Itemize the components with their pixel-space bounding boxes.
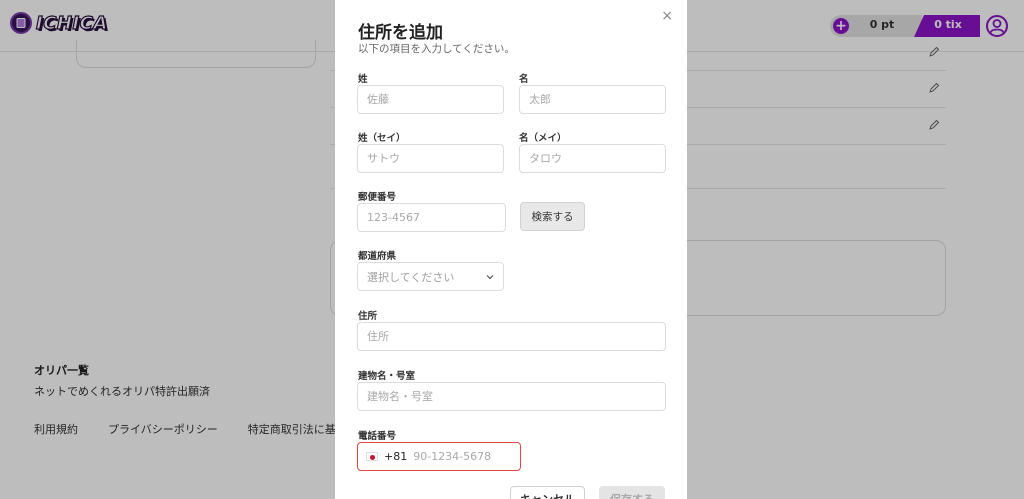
first-name-kana-label: 名（メイ） [519, 133, 567, 144]
first-name-input[interactable] [519, 85, 666, 114]
prefecture-select[interactable]: 選択してください [357, 262, 504, 291]
first-name-kana-input[interactable] [519, 144, 666, 173]
last-name-kana-label: 姓（セイ） [358, 133, 406, 144]
phone-field[interactable]: +81 [357, 442, 521, 471]
phone-label: 電話番号 [358, 431, 397, 442]
building-input[interactable] [357, 382, 666, 411]
building-label: 建物名・号室 [358, 371, 416, 382]
japan-flag-icon[interactable] [366, 452, 378, 461]
postal-code-label: 郵便番号 [358, 192, 397, 203]
last-name-label: 姓 [358, 74, 368, 85]
add-address-modal: × 住所を追加 以下の項目を入力してください。 姓 名 姓（セイ） 名（メイ） … [335, 0, 687, 499]
address-label: 住所 [358, 311, 378, 322]
chevron-down-icon [486, 274, 494, 279]
prefecture-selected: 選択してください [367, 270, 455, 284]
last-name-kana-input[interactable] [357, 144, 504, 173]
postal-search-button[interactable]: 検索する [520, 202, 585, 231]
modal-title: 住所を追加 [358, 23, 443, 43]
phone-input[interactable] [413, 450, 504, 463]
modal-subtitle: 以下の項目を入力してください。 [358, 43, 515, 55]
dial-code: +81 [384, 450, 408, 463]
cancel-button[interactable]: キャンセル [510, 486, 585, 499]
close-icon[interactable]: × [661, 8, 673, 24]
prefecture-label: 都道府県 [358, 251, 397, 262]
first-name-label: 名 [519, 74, 529, 85]
address-input[interactable] [357, 322, 666, 351]
last-name-input[interactable] [357, 85, 504, 114]
save-button[interactable]: 保存する [599, 486, 665, 499]
postal-code-input[interactable] [357, 203, 506, 232]
